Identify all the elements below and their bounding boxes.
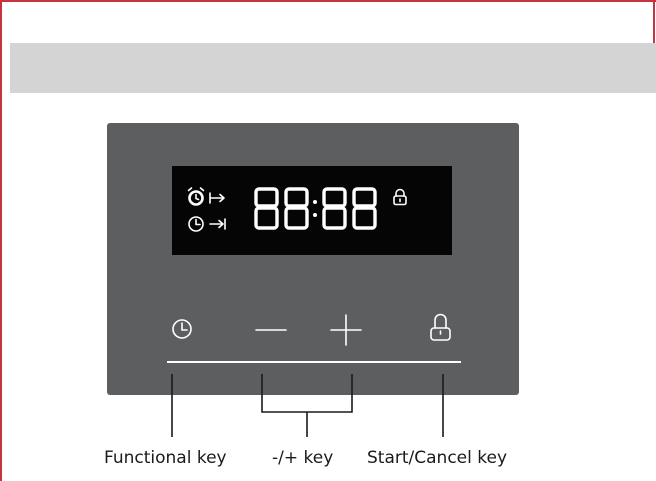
minus-plus-key-label: -/+ key [272,448,334,468]
key-strip-line [167,361,461,363]
start-cancel-key-label: Start/Cancel key [367,448,508,468]
functional-key-label: Functional key [104,448,227,468]
callout-minus-plus-bracket [261,374,353,413]
callout-lines [171,374,444,437]
functional-key[interactable] [172,319,192,339]
start-cancel-key[interactable] [430,313,451,341]
plus-icon [330,314,362,346]
clock-icon [172,319,192,339]
plus-key[interactable] [330,314,362,346]
keys-and-callouts [171,313,451,437]
lock-icon [430,313,451,341]
